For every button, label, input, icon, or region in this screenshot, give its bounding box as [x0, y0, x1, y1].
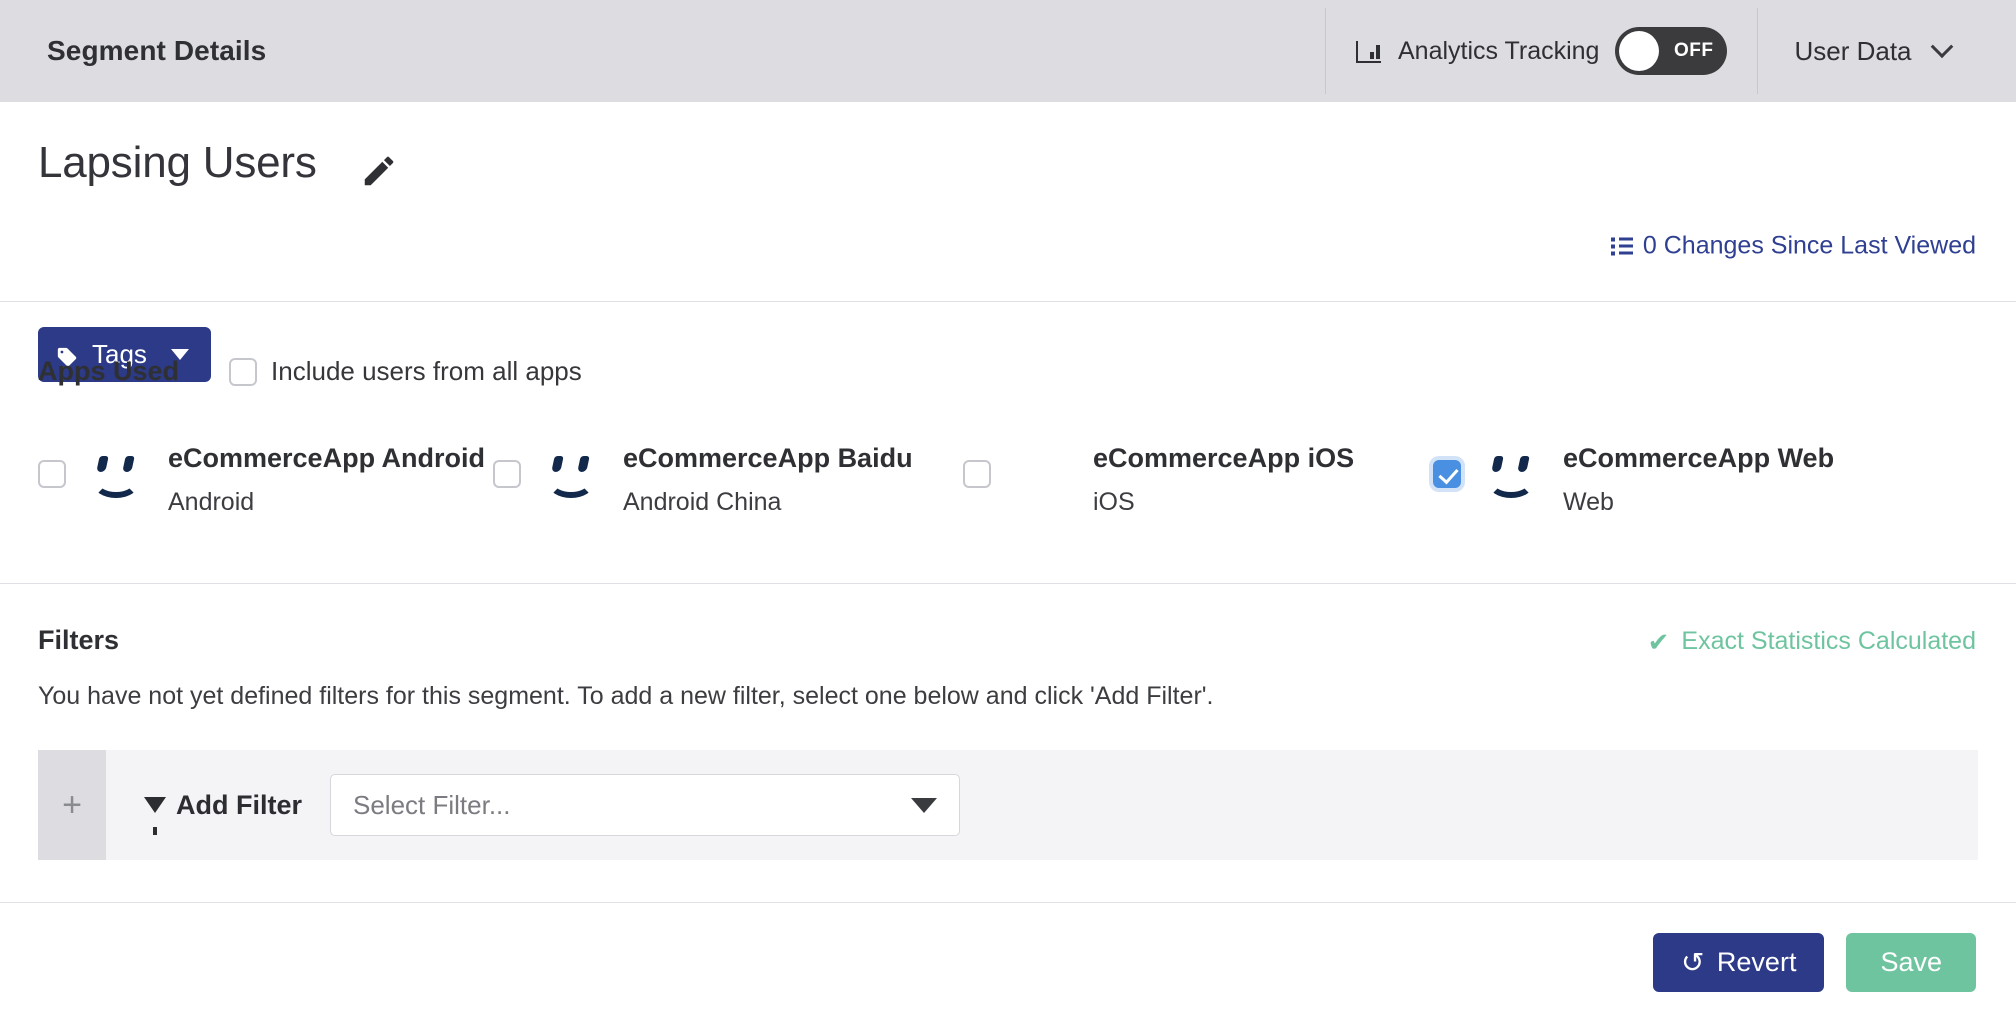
segment-header: Lapsing Users 0 Changes Since Last Viewe…: [0, 102, 2016, 382]
list-icon: [1610, 237, 1633, 255]
app-item-android[interactable]: eCommerceApp Android Android: [38, 443, 493, 517]
exact-statistics-label: Exact Statistics Calculated: [1681, 627, 1976, 655]
section-divider-apps: [0, 301, 2016, 302]
select-filter-dropdown[interactable]: Select Filter...: [330, 774, 960, 836]
filters-description: You have not yet defined filters for thi…: [38, 682, 1214, 710]
analytics-tracking-control[interactable]: Analytics Tracking OFF: [1326, 0, 1757, 102]
filters-section: Filters ✔ Exact Statistics Calculated Yo…: [0, 585, 2016, 903]
footer-actions: ↻ Revert Save: [1653, 933, 1976, 992]
app-checkbox-web[interactable]: [1433, 460, 1461, 488]
bar-chart-icon: [1356, 39, 1382, 63]
app-platform: Web: [1563, 487, 1614, 516]
changes-since-last-viewed-link[interactable]: 0 Changes Since Last Viewed: [1610, 231, 1976, 261]
add-filter-button[interactable]: Add Filter: [144, 750, 302, 860]
app-platform: Android: [168, 487, 255, 516]
caret-down-icon: [911, 797, 937, 813]
analytics-tracking-toggle[interactable]: OFF: [1615, 27, 1728, 75]
apps-used-header: Apps Used Include users from all apps: [38, 356, 582, 387]
apps-used-title: Apps Used: [38, 356, 180, 386]
add-filter-row: + Add Filter Select Filter...: [38, 750, 1978, 860]
segment-details-page: Segment Details Analytics Tracking OFF U…: [0, 0, 2016, 1036]
app-checkbox-baidu[interactable]: [493, 460, 521, 488]
check-icon: ✔: [1647, 626, 1670, 657]
app-name: eCommerceApp Baidu: [623, 443, 913, 473]
smiley-app-icon: [543, 452, 601, 504]
include-all-apps-checkbox[interactable]: [229, 357, 258, 386]
save-button-label: Save: [1880, 947, 1942, 977]
filter-drag-handle[interactable]: +: [38, 750, 106, 860]
user-data-menu[interactable]: User Data: [1758, 0, 1989, 102]
app-checkbox-android[interactable]: [38, 460, 66, 488]
apps-used-section: Apps Used Include users from all apps eC…: [0, 304, 2016, 584]
include-all-apps-control[interactable]: Include users from all apps: [229, 356, 582, 387]
user-data-label: User Data: [1794, 35, 1912, 66]
exact-statistics-status: ✔ Exact Statistics Calculated: [1648, 627, 1976, 656]
app-platform: iOS: [1093, 487, 1135, 516]
save-button[interactable]: Save: [1846, 933, 1976, 992]
page-title: Segment Details: [47, 35, 267, 66]
revert-button[interactable]: ↻ Revert: [1653, 933, 1825, 992]
add-filter-label: Add Filter: [176, 789, 302, 820]
app-platform: Android China: [623, 487, 782, 516]
smiley-app-icon: [88, 452, 146, 504]
apps-list: eCommerceApp Android Android eCommerceAp…: [0, 433, 2016, 517]
smiley-app-icon: [1483, 452, 1541, 504]
segment-name: Lapsing Users: [38, 138, 317, 187]
undo-icon: ↻: [1681, 946, 1705, 978]
changes-link-label: 0 Changes Since Last Viewed: [1642, 231, 1976, 260]
include-all-apps-label: Include users from all apps: [271, 356, 582, 386]
select-filter-placeholder: Select Filter...: [353, 789, 511, 820]
filters-title: Filters: [38, 625, 120, 655]
footer-bar: ↻ Revert Save: [0, 903, 2016, 1036]
pencil-icon[interactable]: [360, 152, 398, 190]
app-name: eCommerceApp iOS: [1093, 443, 1355, 473]
app-item-ios[interactable]: b eCommerceApp iOS iOS: [963, 433, 1433, 517]
app-checkbox-ios[interactable]: [963, 460, 991, 488]
top-bar: Segment Details Analytics Tracking OFF U…: [0, 0, 2016, 102]
section-divider-filters: [0, 583, 2016, 584]
gradient-circle-app-icon: b: [1013, 433, 1071, 504]
analytics-tracking-label: Analytics Tracking: [1398, 36, 1600, 65]
funnel-icon: [144, 797, 166, 835]
toggle-state-label: OFF: [1673, 40, 1714, 61]
app-name: eCommerceApp Web: [1563, 443, 1835, 473]
revert-button-label: Revert: [1716, 947, 1797, 977]
app-name: eCommerceApp Android: [168, 443, 486, 473]
toggle-knob: [1619, 31, 1660, 71]
app-item-web[interactable]: eCommerceApp Web Web: [1433, 443, 1835, 517]
app-item-baidu[interactable]: eCommerceApp Baidu Android China: [493, 443, 963, 517]
chevron-down-icon: [1930, 35, 1953, 59]
